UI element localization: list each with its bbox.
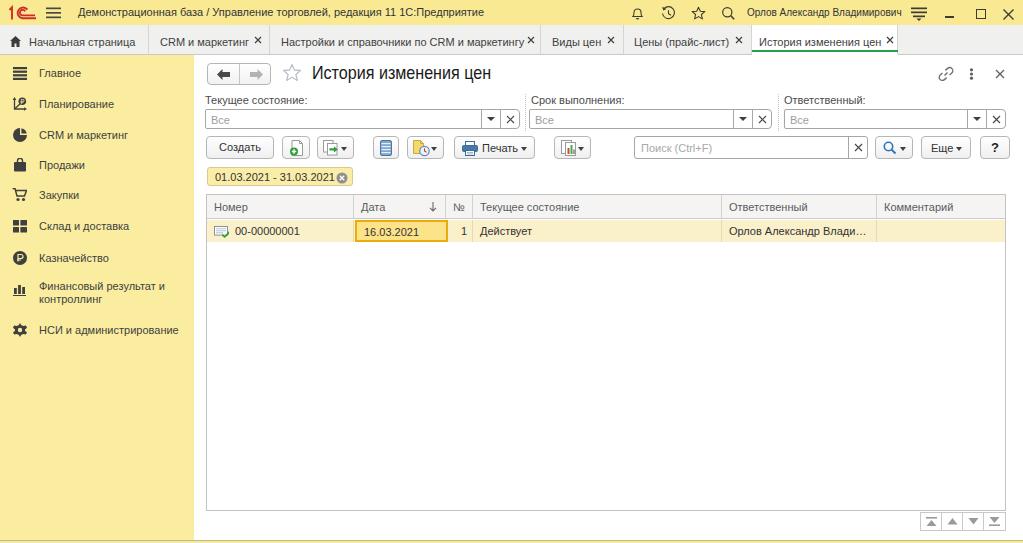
svg-text:₽: ₽ bbox=[20, 98, 24, 105]
